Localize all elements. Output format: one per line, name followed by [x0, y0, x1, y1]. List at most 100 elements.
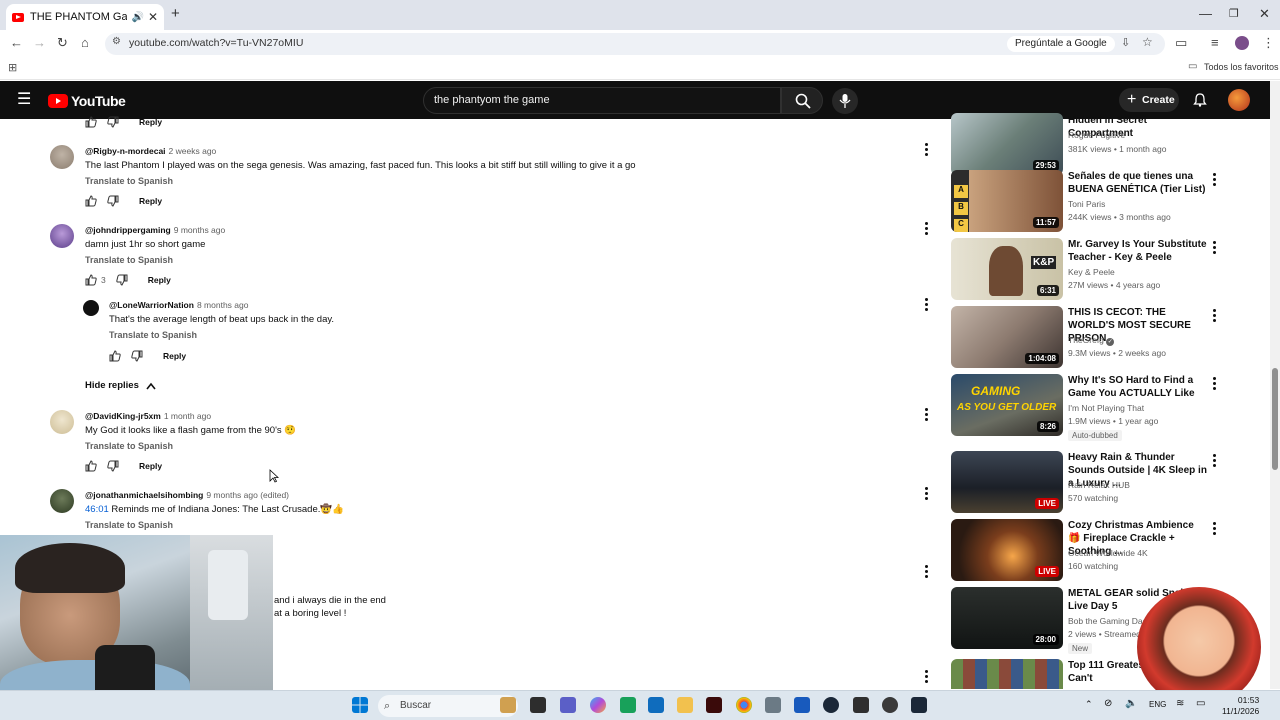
minimize-icon[interactable]: —	[1199, 6, 1212, 21]
comment-author[interactable]: @johndrippergaming 9 months ago	[85, 225, 225, 235]
reply-button[interactable]: Reply	[163, 351, 186, 361]
video-thumbnail[interactable]: A B C 11:57	[951, 170, 1063, 232]
window-close-icon[interactable]: ✕	[1259, 6, 1270, 22]
related-video[interactable]: LIVE Heavy Rain & Thunder Sounds Outside…	[951, 451, 1231, 513]
network-icon[interactable]: ⊘	[1104, 698, 1112, 709]
create-button[interactable]: + Create	[1119, 88, 1179, 112]
translate-link[interactable]: Translate to Spanish	[109, 330, 197, 340]
battery-icon[interactable]: ▭	[1196, 698, 1205, 709]
account-avatar[interactable]	[1228, 89, 1250, 111]
like-icon[interactable]	[109, 350, 121, 362]
channel-name[interactable]: TheGrefg	[1068, 335, 1104, 345]
video-thumbnail[interactable]	[951, 659, 1063, 689]
system-clock[interactable]: 01:53 11/1/2026	[1222, 695, 1259, 717]
dislike-icon[interactable]	[107, 195, 119, 207]
back-icon[interactable]: ←	[10, 35, 23, 50]
file-explorer-icon[interactable]	[677, 697, 693, 713]
voice-search-button[interactable]	[832, 88, 858, 114]
comment-age[interactable]: 2 weeks ago	[169, 146, 217, 156]
commenter-avatar[interactable]	[50, 224, 74, 248]
translate-link[interactable]: Translate to Spanish	[85, 255, 173, 265]
hamburger-menu-icon[interactable]: ☰	[17, 89, 31, 109]
comment-menu-icon[interactable]	[925, 222, 929, 236]
translate-link[interactable]: Translate to Spanish	[85, 176, 173, 186]
notifications-bell-icon[interactable]	[1193, 93, 1207, 107]
video-channel[interactable]: I'm Not Playing That	[1068, 403, 1144, 413]
video-thumbnail[interactable]: LIVE	[951, 519, 1063, 581]
related-video[interactable]: 1:04:08 THIS IS CECOT: THE WORLD'S MOST …	[951, 306, 1231, 368]
video-thumbnail[interactable]: 28:00	[951, 587, 1063, 649]
timestamp-link[interactable]: 46:01	[85, 504, 109, 515]
speaker-icon[interactable]: 🔊	[131, 12, 143, 23]
word-icon[interactable]	[794, 697, 810, 713]
url-text[interactable]: youtube.com/watch?v=Tu-VN27oMIU	[129, 37, 303, 49]
video-channel[interactable]: Rogue Fugitive	[1068, 130, 1125, 140]
comment-menu-icon[interactable]	[925, 298, 929, 312]
like-icon[interactable]	[85, 460, 97, 472]
reload-icon[interactable]: ↻	[57, 35, 68, 51]
chrome-menu-icon[interactable]: ⋮	[1262, 35, 1275, 51]
terminal-icon[interactable]	[530, 697, 546, 713]
dislike-icon[interactable]	[107, 116, 119, 128]
language-indicator[interactable]: ENG	[1149, 700, 1166, 709]
camera-icon[interactable]	[765, 697, 781, 713]
site-info-icon[interactable]: ⚙	[112, 36, 121, 47]
like-icon[interactable]	[85, 274, 97, 286]
translate-link[interactable]: Translate to Spanish	[85, 441, 173, 451]
commenter-avatar[interactable]	[50, 145, 74, 169]
comment-author[interactable]: @LoneWarriorNation 8 months ago	[109, 300, 248, 310]
video-thumbnail[interactable]: GAMING AS YOU GET OLDER 8:26	[951, 374, 1063, 436]
page-scrollbar[interactable]	[1270, 81, 1280, 689]
related-video[interactable]: GAMING AS YOU GET OLDER 8:26 Why It's SO…	[951, 374, 1231, 441]
video-menu-icon[interactable]	[1213, 522, 1217, 536]
comment-menu-icon[interactable]	[925, 565, 929, 579]
comment-age[interactable]: 9 months ago	[174, 225, 226, 235]
video-title[interactable]: Señales de que tienes una BUENA GENÉTICA…	[1068, 170, 1208, 196]
video-channel[interactable]: Key & Peele	[1068, 267, 1115, 277]
omnibox[interactable]: ⚙ youtube.com/watch?v=Tu-VN27oMIU Pregún…	[105, 33, 1165, 55]
cast-icon[interactable]: ▭	[1175, 35, 1187, 51]
app-icon[interactable]	[620, 697, 636, 713]
related-video[interactable]: A B C 11:57 Señales de que tienes una BU…	[951, 170, 1231, 232]
app-icon[interactable]	[853, 697, 869, 713]
search-box[interactable]	[423, 87, 781, 114]
video-channel[interactable]: Ocean Worldwide 4K	[1068, 548, 1148, 558]
related-video[interactable]: K&P 6:31 Mr. Garvey Is Your Substitute T…	[951, 238, 1231, 300]
video-menu-icon[interactable]	[1213, 241, 1217, 255]
comment-handle[interactable]: @jonathanmichaelsihombing	[85, 490, 203, 500]
ask-google-button[interactable]: Pregúntale a Google	[1007, 36, 1115, 52]
reply-button[interactable]: Reply	[139, 461, 162, 471]
outlook-icon[interactable]	[648, 697, 664, 713]
widgets-icon[interactable]	[500, 697, 516, 713]
all-bookmarks-link[interactable]: Todos los favoritos	[1204, 62, 1279, 72]
apps-grid-icon[interactable]: ⊞	[8, 61, 17, 74]
app-icon[interactable]	[706, 697, 722, 713]
comment-author[interactable]: @Rigby-n-mordecai 2 weeks ago	[85, 146, 216, 156]
video-title[interactable]: Why It's SO Hard to Find a Game You ACTU…	[1068, 374, 1208, 400]
profile-avatar[interactable]	[1235, 36, 1249, 50]
volume-icon[interactable]: 🔈	[1125, 698, 1137, 709]
steam-icon[interactable]	[911, 697, 927, 713]
like-icon[interactable]	[85, 195, 97, 207]
obs-icon[interactable]	[882, 697, 898, 713]
home-icon[interactable]: ⌂	[81, 35, 89, 50]
bookmark-star-icon[interactable]: ☆	[1142, 35, 1153, 49]
related-video[interactable]: 29:53 Hidden in Secret Compartment Rogue…	[951, 113, 1231, 175]
video-channel[interactable]: TheGrefg ✓	[1068, 335, 1115, 346]
video-channel[interactable]: Toni Paris	[1068, 199, 1105, 209]
comment-handle[interactable]: @LoneWarriorNation	[109, 300, 194, 310]
commenter-avatar[interactable]	[50, 410, 74, 434]
dislike-icon[interactable]	[107, 460, 119, 472]
reply-button[interactable]: Reply	[148, 275, 171, 285]
copilot-icon[interactable]	[590, 697, 606, 713]
comment-handle[interactable]: @johndrippergaming	[85, 225, 171, 235]
chrome-icon[interactable]	[736, 697, 752, 713]
video-menu-icon[interactable]	[1213, 454, 1217, 468]
comment-menu-icon[interactable]	[925, 408, 929, 422]
comment-author[interactable]: @DavidKing-jr5xm 1 month ago	[85, 411, 211, 421]
video-menu-icon[interactable]	[1213, 173, 1217, 187]
restore-icon[interactable]: ❐	[1229, 7, 1239, 20]
commenter-avatar[interactable]	[83, 300, 99, 316]
teams-icon[interactable]	[560, 697, 576, 713]
taskbar-search[interactable]: ⌕ Buscar	[378, 695, 518, 717]
